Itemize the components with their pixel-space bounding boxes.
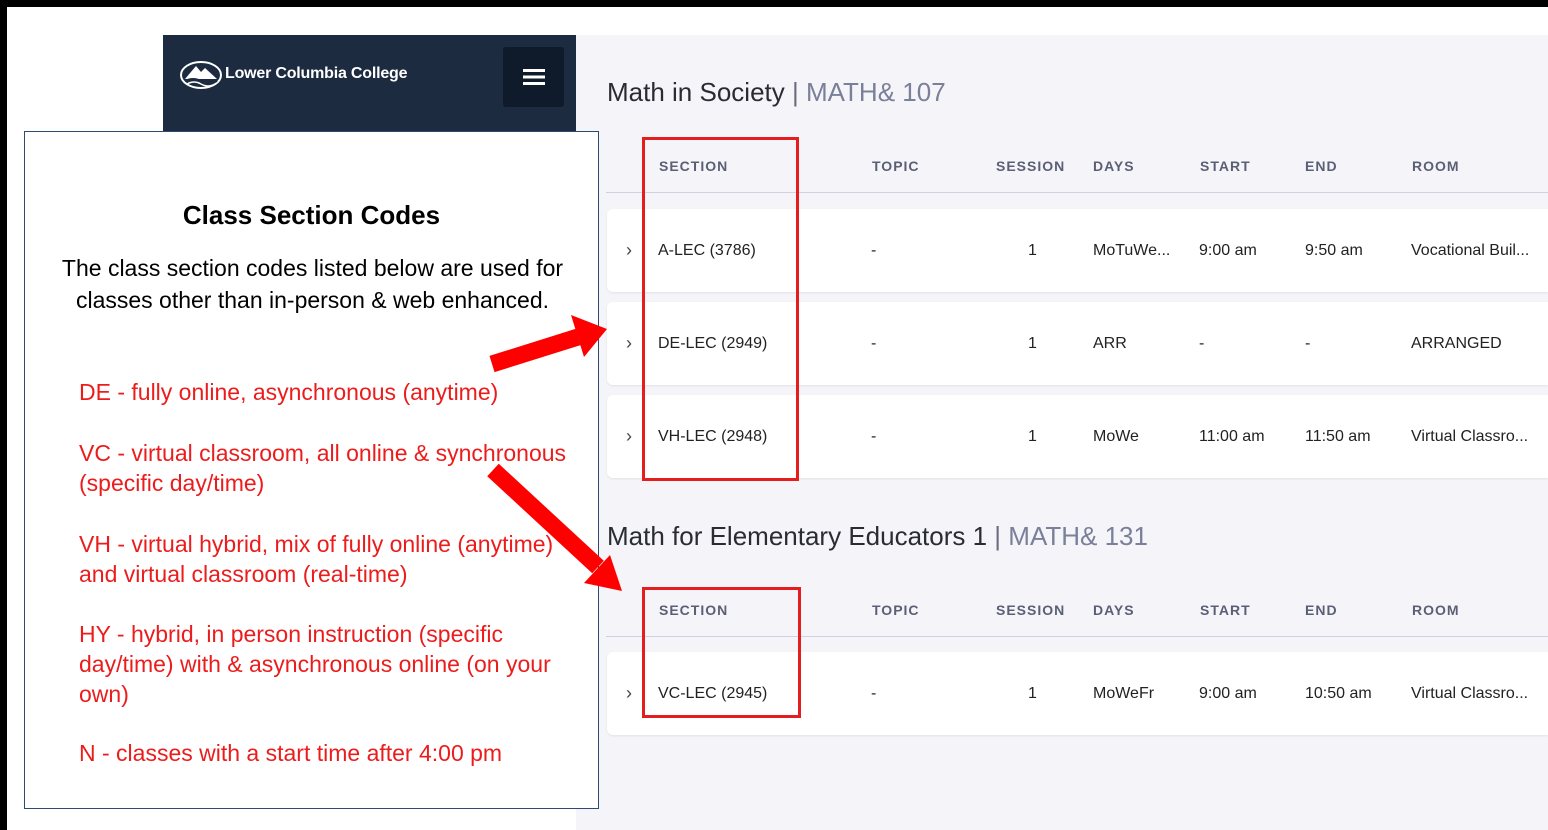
arrow-to-de-section: [489, 315, 607, 373]
arrow-to-vc-section: [487, 463, 622, 591]
annotation-arrows: [487, 315, 622, 591]
